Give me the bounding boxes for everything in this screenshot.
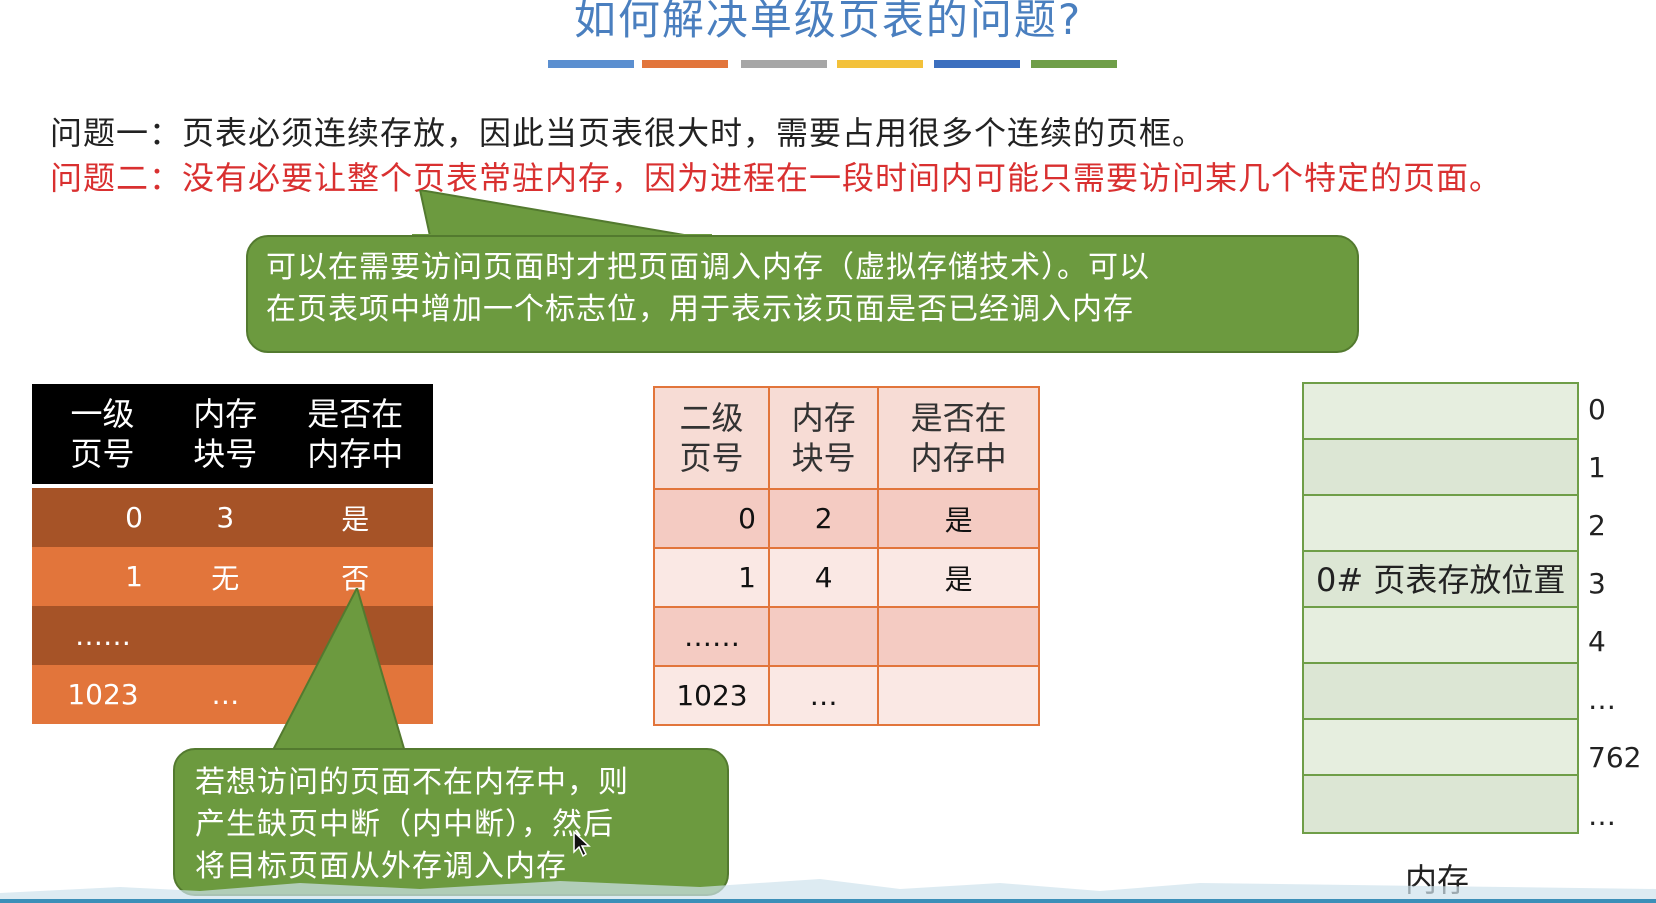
- title-underline-orange: [642, 60, 728, 68]
- title-underline-yellow: [837, 60, 923, 68]
- memory-index: 3: [1588, 567, 1606, 600]
- callout-top-line2: 在页表项中增加一个标志位，用于表示该页面是否已经调入内存: [266, 292, 1134, 327]
- callout-bottom-line1: 若想访问的页面不在内存中，则: [195, 765, 629, 800]
- t1-header-page: 一级 页号: [32, 384, 173, 486]
- memory-index: 762: [1588, 741, 1642, 774]
- table-row: 1 4 是: [653, 547, 1040, 608]
- memory-index: 1: [1588, 451, 1606, 484]
- table-row: ……: [653, 606, 1040, 667]
- memory-block: [1304, 664, 1577, 720]
- table-row: 1023 …: [653, 665, 1040, 726]
- t2-header-block: 内存 块号: [767, 386, 880, 490]
- title-underline-darkblue: [934, 60, 1020, 68]
- memory-block: [1304, 496, 1577, 552]
- level2-page-table: 二级 页号 内存 块号 是否在 内存中 0 2 是 1 4 是 …… 1023 …: [653, 386, 1040, 726]
- memory-index: …: [1588, 683, 1616, 716]
- memory-block: [1304, 720, 1577, 776]
- memory-index: …: [1588, 799, 1616, 832]
- title-underline-blue: [548, 60, 634, 68]
- memory-block: [1304, 384, 1577, 440]
- t1-header-present: 是否在 内存中: [277, 384, 433, 486]
- memory-block-column: 0# 页表存放位置: [1302, 382, 1579, 834]
- table-row: 0 2 是: [653, 488, 1040, 549]
- callout-bottom-line2: 产生缺页中断（内中断），然后: [195, 807, 614, 842]
- memory-block-page-table-location: 0# 页表存放位置: [1304, 552, 1577, 608]
- memory-block: [1304, 608, 1577, 664]
- mouse-cursor-icon: [573, 830, 591, 858]
- problem-two: 问题二：没有必要让整个页表常驻内存，因为进程在一段时间内可能只需要访问某几个特定…: [50, 159, 1503, 197]
- callout-top-line1: 可以在需要访问页面时才把页面调入内存（虚拟存储技术）。可以: [266, 250, 1150, 285]
- t2-header-page: 二级 页号: [653, 386, 770, 490]
- callout-bottom-pointer: [270, 588, 407, 753]
- memory-block: [1304, 440, 1577, 496]
- memory-block: [1304, 776, 1577, 832]
- table-row: 0 3 是: [32, 486, 433, 547]
- t1-header-block: 内存 块号: [173, 384, 278, 486]
- t2-header-present: 是否在 内存中: [877, 386, 1040, 490]
- memory-index: 4: [1588, 625, 1606, 658]
- decorative-skyline: [0, 879, 1656, 903]
- callout-top: 可以在需要访问页面时才把页面调入内存（虚拟存储技术）。可以 在页表项中增加一个标…: [246, 235, 1359, 353]
- memory-index: 2: [1588, 509, 1606, 542]
- title-underline-green: [1031, 60, 1117, 68]
- title-underline-gray: [741, 60, 827, 68]
- memory-index: 0: [1588, 393, 1606, 426]
- problem-one: 问题一：页表必须连续存放，因此当页表很大时，需要占用很多个连续的页框。: [50, 114, 1206, 152]
- slide-title: 如何解决单级页表的问题?: [573, 0, 1083, 44]
